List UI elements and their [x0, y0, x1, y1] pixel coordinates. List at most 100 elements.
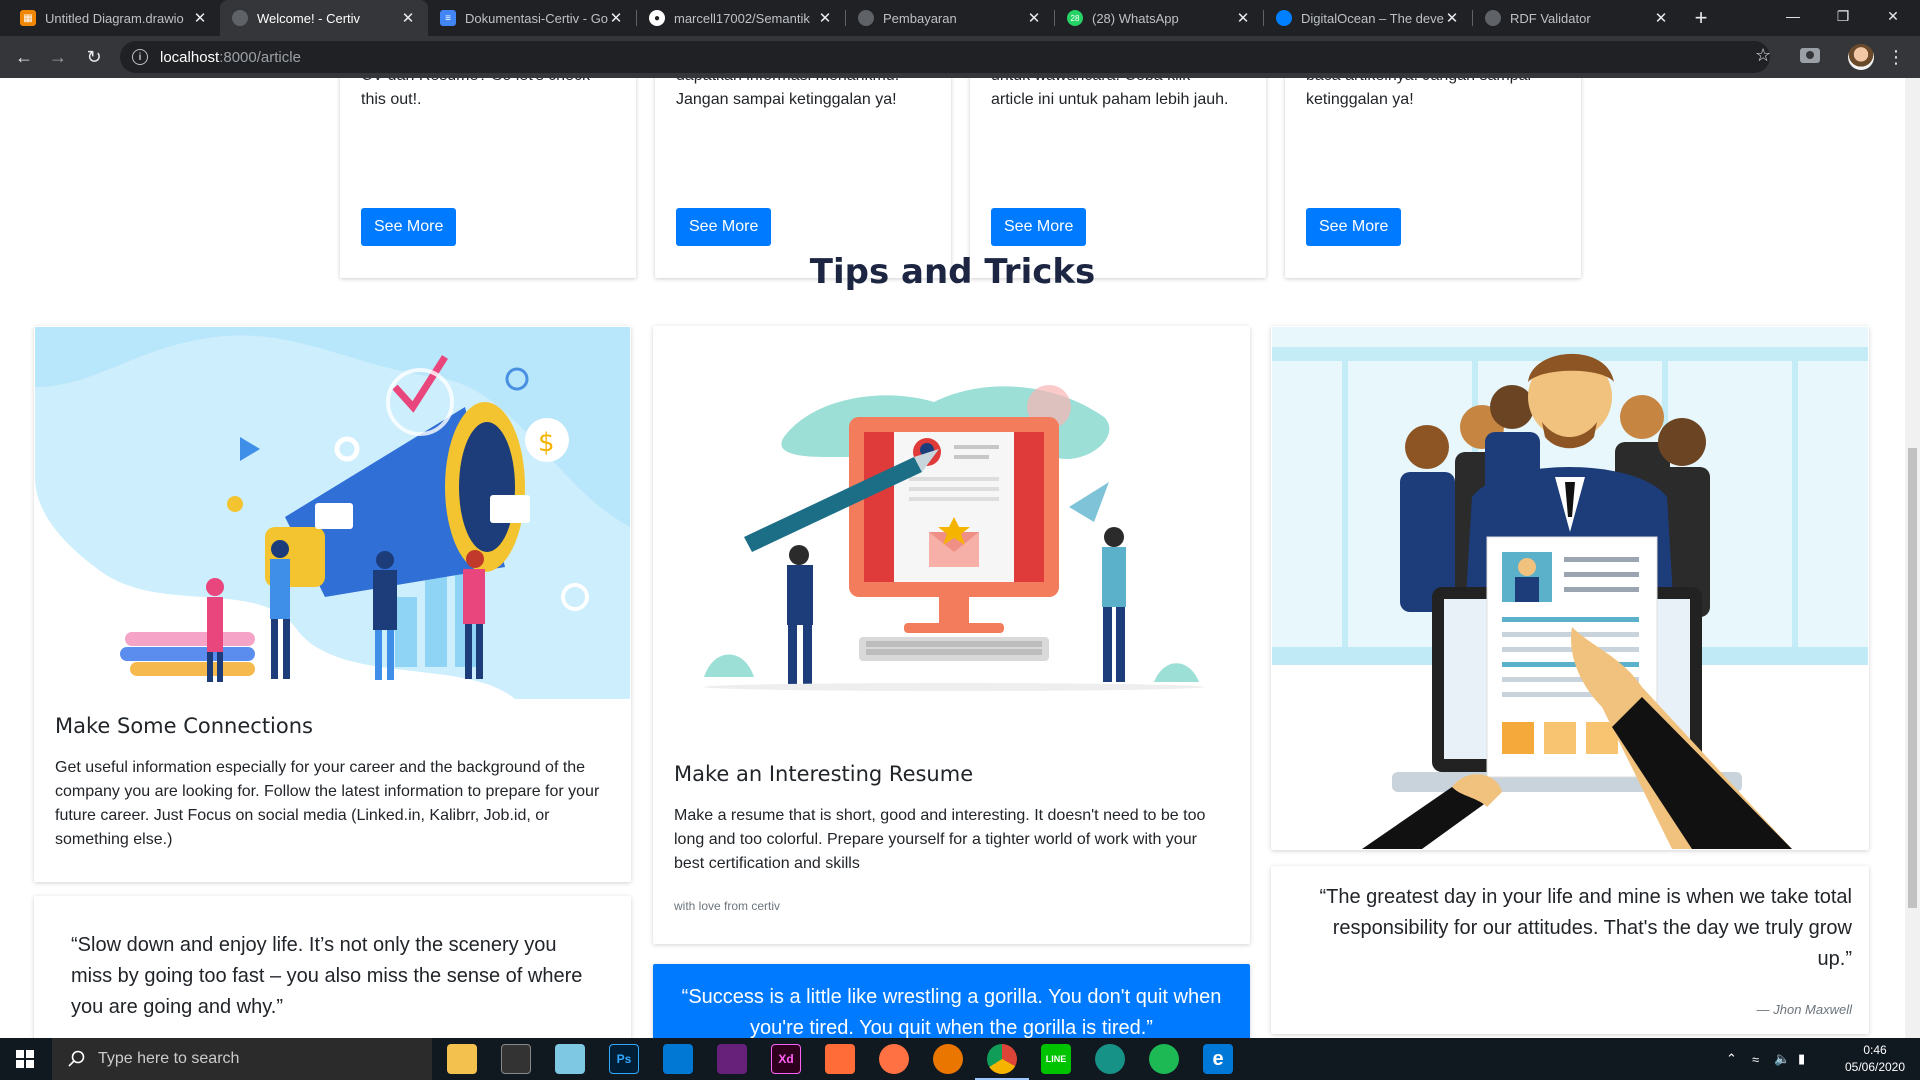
file-explorer-icon[interactable]	[447, 1044, 477, 1074]
spotify-icon[interactable]	[1149, 1044, 1179, 1074]
quote-card-maxwell: “The greatest day in your life and mine …	[1271, 866, 1869, 1034]
article-excerpt: dapatkan informasi menarikmu. Jangan sam…	[676, 78, 930, 112]
postman-icon[interactable]	[825, 1044, 855, 1074]
article-excerpt: baca artikelnya. Jangan sampai ketinggal…	[1306, 78, 1560, 112]
tab-rdf-validator[interactable]: RDF Validator ✕	[1473, 0, 1681, 36]
globe-icon	[1485, 10, 1501, 26]
page-viewport: CV dan Resume? So let's check this out!.…	[0, 78, 1905, 1038]
see-more-button[interactable]: See More	[676, 208, 772, 246]
article-text-line: baca artikelnya. Jangan sampai	[1306, 78, 1560, 88]
tab-label: Pembayaran	[883, 10, 957, 26]
drawio-icon: ▦	[20, 10, 36, 26]
volume-icon[interactable]: 🔈	[1774, 1038, 1790, 1080]
taskbar-search[interactable]: Type here to search	[52, 1038, 432, 1080]
article-text-line: Jangan sampai ketinggalan ya!	[676, 91, 897, 108]
tab-digitalocean[interactable]: DigitalOcean – The developer cloud ✕	[1264, 0, 1472, 36]
tray-chevron-icon[interactable]: ⌃	[1726, 1038, 1737, 1080]
reload-icon[interactable]: ↻	[78, 41, 110, 73]
chrome-icon[interactable]	[987, 1044, 1017, 1074]
tab-whatsapp[interactable]: 28 (28) WhatsApp ✕	[1055, 0, 1263, 36]
article-text-line: untuk wawancara. Coba klik	[991, 78, 1245, 88]
compass-icon[interactable]	[879, 1044, 909, 1074]
battery-icon[interactable]: ▮	[1798, 1038, 1805, 1080]
scrollbar-thumb[interactable]	[1908, 448, 1917, 908]
new-tab-icon[interactable]: +	[1687, 4, 1715, 32]
tab-certiv-welcome[interactable]: Welcome! - Certiv ✕	[220, 0, 428, 36]
url-host: localhost	[160, 48, 220, 66]
docs-icon: ≡	[440, 10, 456, 26]
line-icon[interactable]: LINE	[1041, 1044, 1071, 1074]
tab-google-docs[interactable]: ≡ Dokumentasi-Certiv - Google Docs ✕	[428, 0, 636, 36]
address-bar[interactable]: i localhost:8000/article	[120, 41, 1770, 73]
back-icon[interactable]: ←	[8, 41, 40, 73]
quote-author: — Jhon Maxwell	[1756, 1002, 1852, 1017]
quote-card-slow-down: “Slow down and enjoy life. It’s not only…	[34, 896, 631, 1038]
tab-drawio[interactable]: ▦ Untitled Diagram.drawio ✕	[8, 0, 220, 36]
section-title: Tips and Tricks	[809, 252, 1096, 292]
adobe-xd-icon[interactable]: Xd	[771, 1044, 801, 1074]
see-more-button[interactable]: See More	[991, 208, 1087, 246]
info-icon[interactable]: i	[132, 49, 148, 65]
url-text[interactable]: localhost:8000/article	[160, 49, 301, 66]
article-text-line: ketinggalan ya!	[1306, 91, 1414, 108]
visual-studio-icon[interactable]	[717, 1044, 747, 1074]
menu-kebab-icon[interactable]: ⋮	[1886, 44, 1906, 70]
tab-pembayaran[interactable]: Pembayaran ✕	[846, 0, 1054, 36]
vscode-icon[interactable]	[663, 1044, 693, 1074]
profile-avatar[interactable]	[1848, 44, 1874, 70]
forward-icon[interactable]: →	[42, 41, 74, 73]
tab-label: marcell17002/Semantik	[674, 10, 810, 26]
article-text-line: dapatkan informasi menarikmu.	[676, 78, 930, 88]
article-card: untuk wawancara. Coba klik article ini u…	[970, 78, 1266, 278]
close-icon[interactable]: ✕	[1026, 9, 1042, 27]
restore-icon[interactable]: ❐	[1820, 0, 1866, 32]
tab-label: RDF Validator	[1510, 10, 1591, 26]
see-more-button[interactable]: See More	[1306, 208, 1402, 246]
page-scrollbar[interactable]	[1905, 78, 1920, 1038]
close-icon[interactable]: ✕	[817, 9, 833, 27]
svg-text:$: $	[538, 428, 555, 458]
minimize-icon[interactable]: —	[1770, 0, 1816, 32]
windows-start-icon[interactable]	[0, 1038, 50, 1080]
article-card: dapatkan informasi menarikmu. Jangan sam…	[655, 78, 951, 278]
close-icon[interactable]: ✕	[400, 9, 416, 27]
tab-label: Welcome! - Certiv	[257, 10, 361, 26]
github-icon: ●	[649, 10, 665, 26]
tab-label: Dokumentasi-Certiv - Google Docs	[465, 10, 608, 26]
article-excerpt: CV dan Resume? So let's check this out!.	[361, 78, 615, 112]
wifi-icon[interactable]: ≈	[1752, 1038, 1759, 1080]
search-placeholder: Type here to search	[98, 1050, 240, 1067]
notes-icon[interactable]	[555, 1044, 585, 1074]
see-more-button[interactable]: See More	[361, 208, 457, 246]
digitalocean-icon	[1276, 10, 1292, 26]
edge-icon[interactable]: e	[1203, 1044, 1233, 1074]
gitkraken-icon[interactable]	[1095, 1044, 1125, 1074]
bookmark-star-icon[interactable]: ☆	[1755, 45, 1771, 66]
terminal-icon[interactable]	[501, 1044, 531, 1074]
close-icon[interactable]: ✕	[608, 9, 624, 27]
tip-card-connections: $ Make Some Connections Get useful infor…	[34, 326, 631, 882]
close-icon[interactable]: ✕	[1444, 9, 1460, 27]
quote-text: “Success is a little like wrestling a go…	[681, 986, 1222, 1038]
quote-card-gorilla: “Success is a little like wrestling a go…	[653, 964, 1250, 1038]
tip-card-resume: Make an Interesting Resume Make a resume…	[653, 326, 1250, 944]
quote-text: “The greatest day in your life and mine …	[1319, 886, 1853, 970]
close-icon[interactable]: ✕	[1235, 9, 1251, 27]
clock-time: 0:46	[1863, 1043, 1887, 1057]
close-icon[interactable]: ✕	[192, 9, 208, 27]
resume-illustration	[654, 327, 1249, 747]
blender-icon[interactable]	[933, 1044, 963, 1074]
megaphone-illustration: $	[35, 327, 630, 699]
tab-label: Untitled Diagram.drawio	[45, 10, 184, 26]
quote-text: “Slow down and enjoy life. It’s not only…	[71, 934, 583, 1018]
article-text-line: article ini untuk paham lebih jauh.	[991, 91, 1229, 108]
close-icon[interactable]: ✕	[1653, 9, 1669, 27]
close-window-icon[interactable]: ✕	[1870, 0, 1916, 32]
camera-icon[interactable]	[1800, 48, 1820, 63]
system-clock[interactable]: 0:46 05/06/2020	[1840, 1042, 1910, 1076]
tab-label: (28) WhatsApp	[1092, 10, 1179, 26]
card-title: Make an Interesting Resume	[674, 762, 974, 786]
photoshop-icon[interactable]: Ps	[609, 1044, 639, 1074]
tab-github[interactable]: ● marcell17002/Semantik ✕	[637, 0, 845, 36]
article-card: baca artikelnya. Jangan sampai ketinggal…	[1285, 78, 1581, 278]
